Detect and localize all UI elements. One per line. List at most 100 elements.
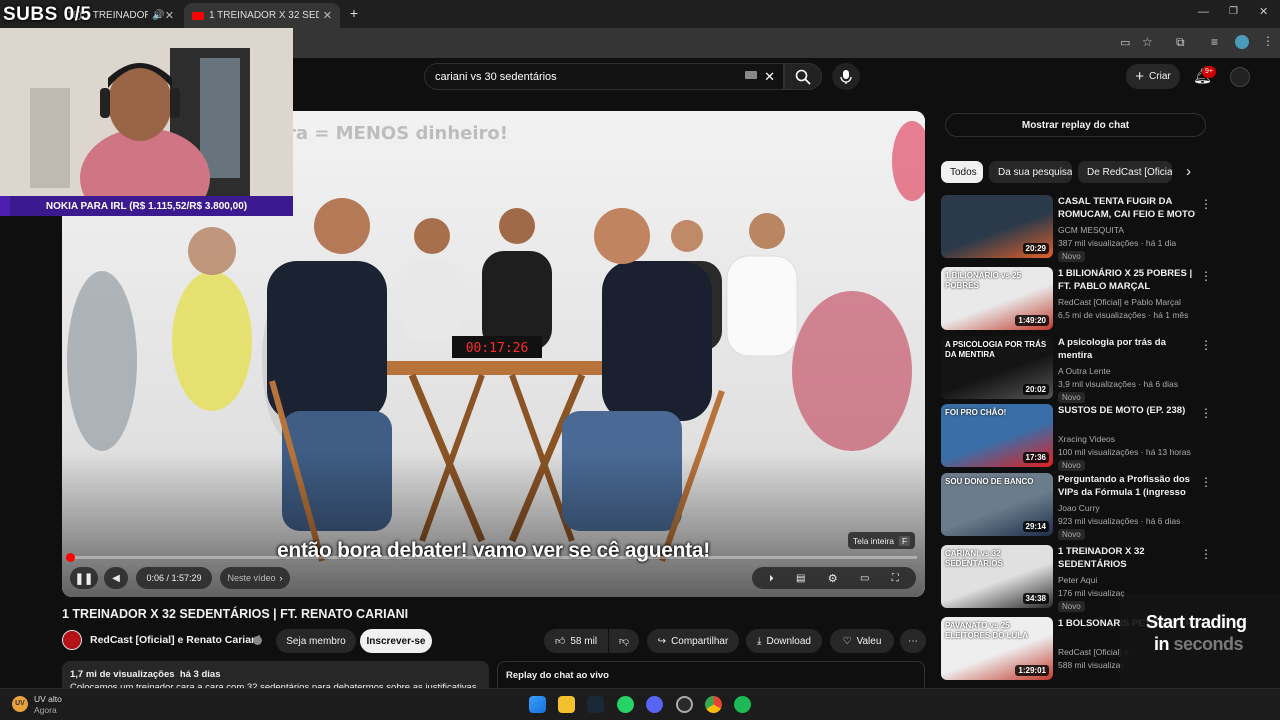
like-button[interactable]: 👍︎ 58 mil <box>544 629 608 653</box>
close-window-icon[interactable]: ✕ <box>1259 5 1268 18</box>
chip-from-search[interactable]: Da sua pesquisa <box>989 161 1072 183</box>
search-button[interactable] <box>784 63 822 90</box>
minimize-icon[interactable]: — <box>1198 6 1209 18</box>
extensions-icon[interactable]: ⧉ <box>1176 35 1185 50</box>
chip-all[interactable]: Todos <box>941 161 983 183</box>
obs-icon[interactable] <box>676 696 693 713</box>
close-tab-icon[interactable]: ✕ <box>323 9 332 22</box>
autoplay-toggle-icon[interactable]: ⏵ <box>769 573 774 584</box>
keyboard-icon[interactable] <box>745 71 757 79</box>
share-label: Compartilhar <box>671 635 729 647</box>
recommendation-channel[interactable]: A Outra Lente <box>1058 366 1110 376</box>
chip-from-channel[interactable]: De RedCast [Oficial] <box>1078 161 1172 183</box>
account-avatar[interactable] <box>1230 67 1250 87</box>
recommendation-channel[interactable]: GCM MESQUITA <box>1058 225 1124 235</box>
whatsapp-icon[interactable] <box>617 696 634 713</box>
fullscreen-icon[interactable]: ⛶ <box>892 573 899 584</box>
show-chat-replay-button[interactable]: Mostrar replay do chat <box>945 113 1206 137</box>
recommendation-channel[interactable]: RedCast [Oficial] e <box>1058 647 1129 657</box>
recommendation-title[interactable]: A psicologia por trás da mentira <box>1058 336 1198 362</box>
microphone-icon <box>840 69 852 84</box>
bookmark-star-icon[interactable]: ☆ <box>1142 35 1153 49</box>
recommendation-title[interactable]: 1 TREINADOR X 32 SEDENTÁRIOS <box>1058 545 1198 571</box>
voice-search-button[interactable] <box>832 63 860 90</box>
dislike-button[interactable]: 👎︎ <box>609 629 639 653</box>
recommendation-channel[interactable]: RedCast [Oficial] e Pablo Marçal <box>1058 297 1181 307</box>
create-button[interactable]: + Criar <box>1126 64 1180 89</box>
cast-icon[interactable]: ▭ <box>1120 36 1130 49</box>
recommendation-thumbnail[interactable]: CARIANI vs 32 SEDENTÁRIOS 34:38 <box>941 545 1053 608</box>
discord-icon[interactable] <box>646 696 663 713</box>
tab-current[interactable]: 1 TREINADOR X 32 SEDENTÁRI ✕ <box>184 3 340 28</box>
spotify-icon[interactable] <box>734 696 751 713</box>
thumbnail-text: PAVANATO vs 25 ELEITORES DO LULA <box>945 621 1028 640</box>
download-button[interactable]: ⤓ Download <box>746 629 822 653</box>
recommendation-item[interactable]: SOU DONO DE BANCO 29:14 Perguntando a Prof… <box>941 473 1212 540</box>
recommendation-thumbnail[interactable]: SOU DONO DE BANCO 29:14 <box>941 473 1053 536</box>
search-input[interactable]: cariani vs 30 sedentários ✕ <box>424 63 784 90</box>
miniplayer-icon[interactable]: ▭ <box>860 573 869 584</box>
recommendation-title[interactable]: Perguntando a Profissão dos VIPs da Fórm… <box>1058 473 1198 500</box>
recommendation-meta: 588 mil visualizaç <box>1058 660 1125 670</box>
recommendation-thumbnail[interactable]: 20:29 <box>941 195 1053 258</box>
subtitles-icon[interactable]: ▤ <box>796 573 805 584</box>
recommendation-item[interactable]: A PSICOLOGIA POR TRÁS DA MENTIRA 20:02 A p… <box>941 336 1212 403</box>
channel-name[interactable]: RedCast [Oficial] e Renato Cariani <box>90 634 260 646</box>
share-icon: ↪ <box>657 635 667 647</box>
clear-search-icon[interactable]: ✕ <box>764 69 775 85</box>
settings-gear-icon[interactable]: ⚙ <box>828 572 838 585</box>
more-options-icon[interactable]: ⋮ <box>1200 475 1212 489</box>
browser-menu-icon[interactable]: ⋮ <box>1262 34 1274 48</box>
more-options-icon[interactable]: ⋮ <box>1200 197 1212 211</box>
more-options-icon[interactable]: ⋮ <box>1200 406 1212 420</box>
recommendation-meta: 923 mil visualizações · há 6 dias <box>1058 516 1181 526</box>
subscribe-button[interactable]: Inscrever-se <box>360 629 432 653</box>
mute-icon[interactable]: 🔊 <box>152 10 164 21</box>
windows-start-icon[interactable] <box>529 696 546 713</box>
recommendation-channel[interactable]: Joao Curry <box>1058 503 1100 513</box>
recommendation-title[interactable]: 1 BILIONÁRIO X 25 POBRES | FT. PABLO MAR… <box>1058 267 1198 293</box>
recommendation-title[interactable]: CASAL TENTA FUGIR DA ROMUCAM, CAI FEIO E… <box>1058 195 1198 222</box>
more-options-icon[interactable]: ⋮ <box>1200 269 1212 283</box>
weather-time: Agora <box>34 705 57 715</box>
recommendation-title[interactable]: SUSTOS DE MOTO (EP. 238) <box>1058 404 1198 417</box>
recommendation-meta: 100 mil visualizações · há 13 horas <box>1058 447 1191 457</box>
more-options-icon[interactable]: ⋮ <box>1200 338 1212 352</box>
recommendation-item[interactable]: 20:29 CASAL TENTA FUGIR DA ROMUCAM, CAI F… <box>941 195 1212 262</box>
recommendation-item[interactable]: FOI PRO CHÃO! 17:36 SUSTOS DE MOTO (EP. 23… <box>941 404 1212 471</box>
profile-avatar[interactable] <box>1235 35 1249 49</box>
plus-icon: + <box>1135 68 1145 85</box>
chrome-icon[interactable] <box>705 696 722 713</box>
new-tab-button[interactable]: + <box>346 5 362 21</box>
chips-next-icon[interactable]: › <box>1186 163 1191 180</box>
share-button[interactable]: ↪ Compartilhar <box>647 629 739 653</box>
trading-ad-overlay: Start trading in seconds <box>1120 594 1280 688</box>
progress-scrubber[interactable] <box>66 553 75 562</box>
recommendation-thumbnail[interactable]: A PSICOLOGIA POR TRÁS DA MENTIRA 20:02 <box>941 336 1053 399</box>
pause-button[interactable]: ❚❚ <box>70 567 98 589</box>
recommendation-channel[interactable]: Xracing Videos <box>1058 434 1115 444</box>
recommendation-thumbnail[interactable]: PAVANATO vs 25 ELEITORES DO LULA 1:29:01 <box>941 617 1053 680</box>
recommendation-channel[interactable]: Peter Aqui <box>1058 575 1097 585</box>
channel-avatar[interactable] <box>62 630 82 650</box>
recommendation-item[interactable]: 1 BILIONÁRIO vs 25 POBRES 1:49:20 1 BILION… <box>941 267 1212 331</box>
file-explorer-icon[interactable] <box>558 696 575 713</box>
join-button[interactable]: Seja membro <box>276 629 356 653</box>
time-display: 0:06 / 1:57:29 <box>136 567 212 589</box>
recommendation-thumbnail[interactable]: 1 BILIONÁRIO vs 25 POBRES 1:49:20 <box>941 267 1053 330</box>
volume-button[interactable]: ◀ <box>104 567 128 589</box>
chevron-right-icon: › <box>279 573 283 583</box>
media-control-icon[interactable]: ≡ <box>1211 35 1218 49</box>
close-tab-icon[interactable]: ✕ <box>165 9 174 22</box>
thumbs-down-icon: 👎︎ <box>618 636 630 647</box>
right-controls: ⏵ ▤ ⚙ ▭ ⛶ <box>752 567 916 589</box>
weather-icon[interactable]: UV <box>12 696 28 712</box>
thanks-button[interactable]: ♡ Valeu <box>830 629 894 653</box>
recommendation-thumbnail[interactable]: FOI PRO CHÃO! 17:36 <box>941 404 1053 467</box>
chapters-button[interactable]: Neste vídeo › <box>220 567 290 589</box>
more-actions-button[interactable]: ⋯ <box>900 629 926 653</box>
progress-bar[interactable] <box>70 556 917 559</box>
steam-icon[interactable] <box>587 696 604 713</box>
more-options-icon[interactable]: ⋮ <box>1200 547 1212 561</box>
maximize-icon[interactable]: ❐ <box>1229 6 1238 17</box>
